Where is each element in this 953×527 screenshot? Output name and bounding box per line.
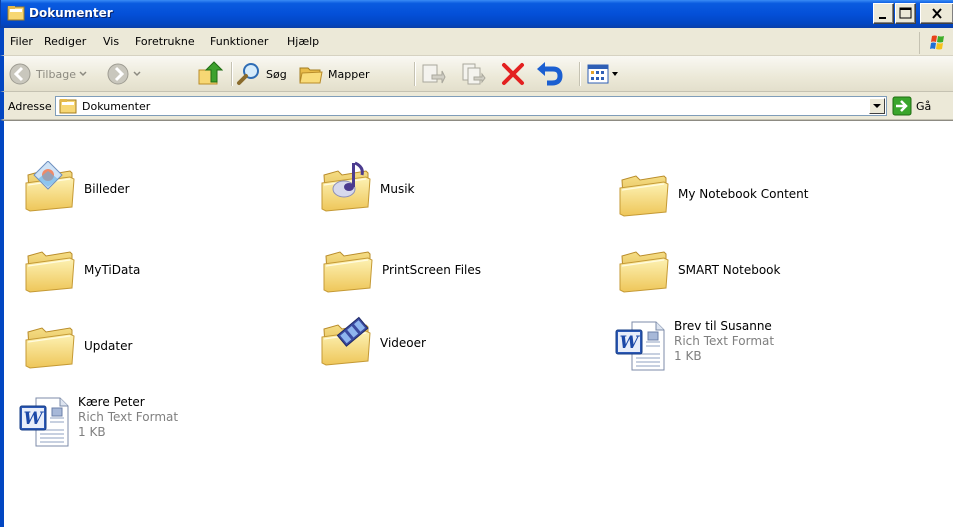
item-smart-notebook[interactable]: SMART Notebook xyxy=(616,242,780,298)
go-label: Gå xyxy=(916,99,932,113)
back-label: Tilbage xyxy=(36,67,76,81)
address-input[interactable]: Dokumenter xyxy=(55,96,887,116)
title-bar[interactable]: Dokumenter xyxy=(0,0,953,28)
maximize-button[interactable] xyxy=(895,3,916,24)
item-updater[interactable]: Updater xyxy=(22,318,132,374)
item-name: My Notebook Content xyxy=(678,186,809,201)
item-name: Musik xyxy=(380,181,415,196)
menu-edit[interactable]: Rediger xyxy=(44,35,86,48)
item-name: SMART Notebook xyxy=(678,262,781,277)
video-folder-icon xyxy=(318,315,374,371)
close-button[interactable] xyxy=(920,3,953,24)
menu-view[interactable]: Vis xyxy=(103,35,119,48)
delete-button[interactable] xyxy=(500,56,526,92)
delete-x-icon xyxy=(502,63,524,85)
forward-button[interactable] xyxy=(106,56,144,92)
copy-to-icon xyxy=(462,63,486,85)
pictures-folder-icon xyxy=(22,161,78,217)
item-name: Kære Peter xyxy=(78,395,145,409)
address-value: Dokumenter xyxy=(82,100,151,113)
windows-flag-icon xyxy=(930,35,944,50)
item-brev-til-susanne[interactable]: Brev til Susanne Rich Text Format 1 KB xyxy=(612,316,774,372)
item-billeder[interactable]: Billeder xyxy=(22,161,130,217)
folder-icon xyxy=(59,99,77,114)
chevron-down-icon xyxy=(873,104,881,108)
menu-help[interactable]: Hjælp xyxy=(287,35,319,48)
folder-up-icon xyxy=(198,61,223,85)
item-printscreen-files[interactable]: PrintScreen Files xyxy=(320,242,481,298)
search-label: Søg xyxy=(266,67,287,81)
address-dropdown-button[interactable] xyxy=(869,98,885,114)
folders-icon xyxy=(299,67,323,84)
views-grid-icon xyxy=(587,64,609,84)
minimize-icon xyxy=(879,17,886,19)
folder-icon xyxy=(616,166,672,222)
item-name: Videoer xyxy=(380,335,426,350)
folder-window-icon xyxy=(7,6,25,21)
minimize-button[interactable] xyxy=(873,3,894,24)
item-videoer[interactable]: Videoer xyxy=(318,315,426,371)
rtf-document-icon xyxy=(612,316,668,372)
item-name: Brev til Susanne xyxy=(674,319,772,333)
file-view[interactable] xyxy=(0,150,953,527)
menu-favorites[interactable]: Foretrukne xyxy=(135,35,195,48)
move-to-button[interactable] xyxy=(420,56,446,92)
windows-logo xyxy=(919,32,953,54)
address-label: Adresse xyxy=(8,100,52,113)
menu-tools[interactable]: Funktioner xyxy=(210,35,268,48)
go-button[interactable]: Gå xyxy=(892,96,931,116)
folders-label: Mapper xyxy=(328,67,370,81)
search-button[interactable]: Søg xyxy=(236,56,287,92)
item-name: Billeder xyxy=(84,181,130,196)
item-size: 1 KB xyxy=(78,425,106,439)
item-mytidata[interactable]: MyTiData xyxy=(22,242,140,298)
item-name: MyTiData xyxy=(84,262,141,277)
chevron-down-icon xyxy=(79,71,87,77)
item-size: 1 KB xyxy=(674,349,702,363)
back-arrow-icon xyxy=(9,63,31,85)
search-icon xyxy=(237,63,259,85)
folders-button[interactable]: Mapper xyxy=(298,56,370,92)
views-button[interactable] xyxy=(586,56,620,92)
chevron-down-icon xyxy=(612,72,618,76)
menu-file[interactable]: Filer xyxy=(10,35,33,48)
file-view-top xyxy=(0,120,953,150)
item-kaere-peter[interactable]: Kære Peter Rich Text Format 1 KB xyxy=(16,392,178,448)
folder-icon xyxy=(22,318,78,374)
rtf-document-icon xyxy=(16,392,72,448)
folder-icon xyxy=(616,242,672,298)
copy-to-button[interactable] xyxy=(460,56,486,92)
item-name: Updater xyxy=(84,338,133,353)
folder-icon xyxy=(22,242,78,298)
move-to-icon xyxy=(422,64,446,84)
folder-icon xyxy=(320,242,376,298)
go-arrow-icon xyxy=(892,96,912,116)
item-type: Rich Text Format xyxy=(78,410,179,424)
item-my-notebook-content[interactable]: My Notebook Content xyxy=(616,166,808,222)
window-title: Dokumenter xyxy=(29,6,113,20)
item-name: PrintScreen Files xyxy=(382,262,482,277)
back-button[interactable]: Tilbage xyxy=(8,56,90,92)
menu-bar: Filer Rediger Vis Foretrukne Funktioner … xyxy=(0,28,953,56)
forward-arrow-icon xyxy=(107,63,129,85)
item-musik[interactable]: Musik xyxy=(318,161,415,217)
music-folder-icon xyxy=(318,161,374,217)
chevron-down-icon xyxy=(133,71,141,77)
undo-icon xyxy=(537,62,563,86)
up-button[interactable] xyxy=(197,56,223,92)
toolbar: Tilbage Søg Mapper xyxy=(0,56,953,92)
close-icon xyxy=(932,8,942,19)
item-type: Rich Text Format xyxy=(674,334,775,348)
undo-button[interactable] xyxy=(535,56,563,92)
address-bar: Adresse Dokumenter Gå xyxy=(0,92,953,120)
maximize-icon xyxy=(899,7,912,19)
